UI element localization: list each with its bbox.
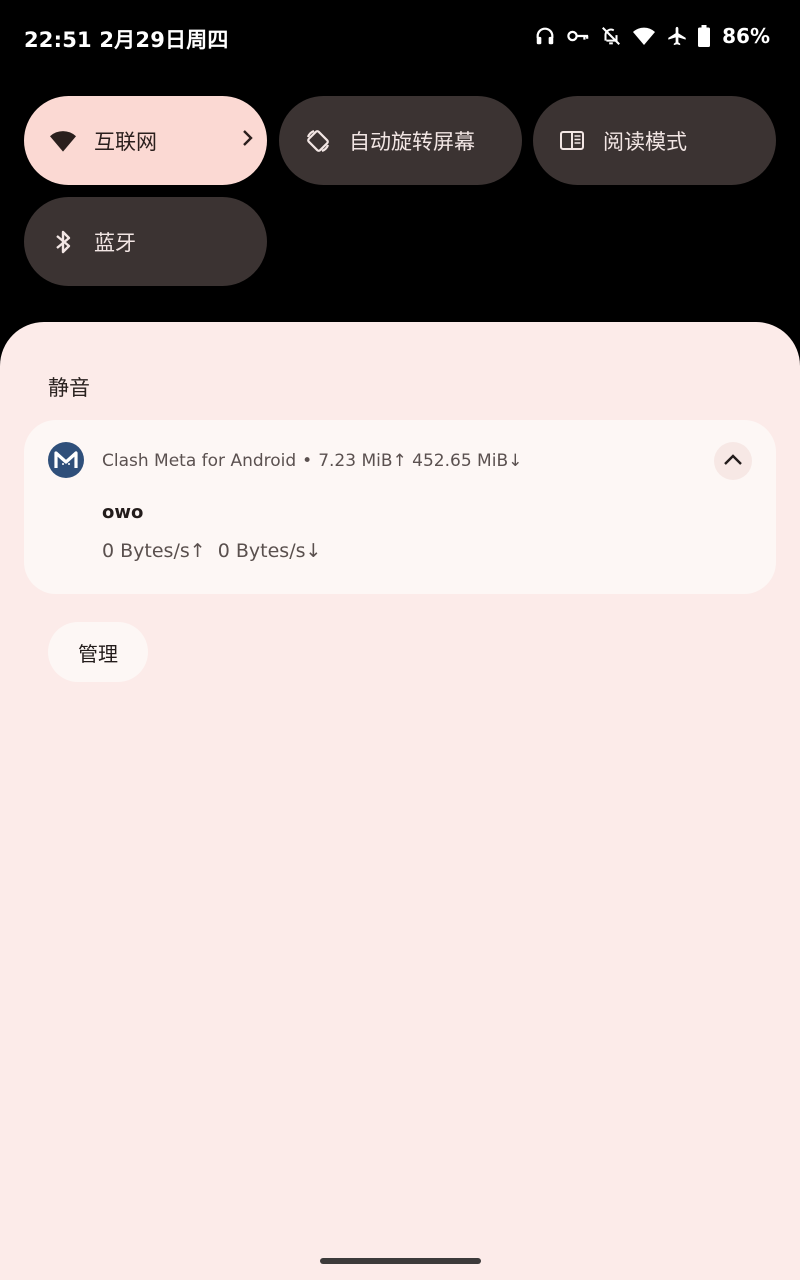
notification-body: 0 Bytes/s↑ 0 Bytes/s↓ [102,540,322,562]
section-header-silent: 静音 [48,376,90,400]
clock: 22:51 [24,28,92,52]
status-bar: 22:51 2月29日周四 86% [0,0,800,72]
clash-meta-app-icon [48,442,84,478]
chevron-right-icon [241,128,255,152]
header-separator: • [302,451,313,471]
app-name: Clash Meta for Android [102,451,297,471]
headphones-icon [534,25,556,47]
auto-rotate-icon [303,126,333,156]
manage-button[interactable]: 管理 [48,622,148,682]
tile-bluetooth[interactable]: 蓝牙 [24,197,267,286]
battery-icon [698,25,711,47]
chevron-up-icon [722,452,744,471]
wifi-icon [48,126,78,156]
status-icons: 86% [534,22,770,50]
tile-label: 蓝牙 [94,230,136,255]
airplane-icon [666,25,688,47]
tile-auto-rotate[interactable]: 自动旋转屏幕 [279,96,522,185]
tile-reading-mode[interactable]: 阅读模式 [533,96,776,185]
collapse-button[interactable] [714,442,752,480]
battery-percent: 86% [722,24,770,48]
reading-mode-icon [557,126,587,156]
notification-title: owo [102,502,144,523]
tile-internet[interactable]: 互联网 [24,96,267,185]
navigation-handle[interactable] [320,1258,481,1264]
bell-off-icon [600,25,622,47]
wifi-icon [632,25,656,47]
traffic-summary: 7.23 MiB↑ 452.65 MiB↓ [318,451,523,471]
date: 2月29日周四 [99,28,229,52]
notification-card[interactable]: Clash Meta for Android • 7.23 MiB↑ 452.65 … [24,420,776,594]
tile-label: 互联网 [94,129,157,154]
tile-label: 自动旋转屏幕 [349,129,475,154]
bluetooth-icon [48,227,78,257]
notification-shade: 静音 Clash Meta for Android • 7.23 MiB↑ 452.… [0,322,800,1280]
key-icon [566,25,590,47]
tile-label: 阅读模式 [603,129,687,154]
status-time-date: 22:51 2月29日周四 [24,24,229,54]
notification-header: Clash Meta for Android • 7.23 MiB↑ 452.65 … [102,451,522,471]
